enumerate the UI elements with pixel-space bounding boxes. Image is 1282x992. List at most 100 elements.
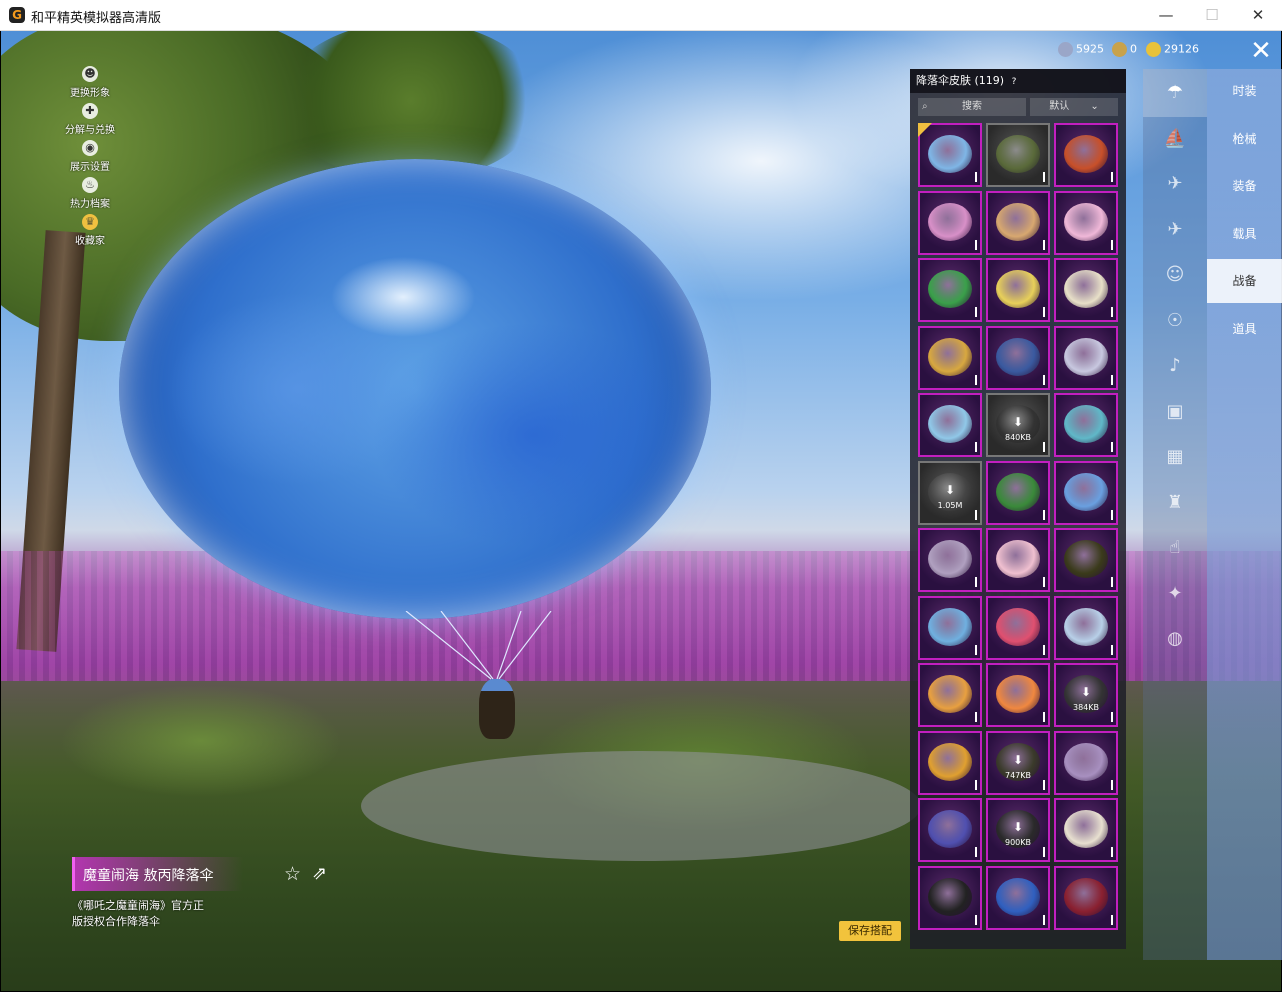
tab-5[interactable]: 道具 (1207, 307, 1282, 351)
parachute-preview[interactable] (119, 159, 711, 619)
left-menu-item-1[interactable]: ✚ 分解与兑换 (56, 103, 124, 140)
tab-2[interactable]: 装备 (1207, 164, 1282, 208)
skin-cell[interactable] (918, 528, 982, 592)
robot-icon[interactable]: ☉ (1161, 307, 1189, 335)
skin-cell[interactable] (986, 190, 1050, 255)
skin-cell[interactable] (986, 595, 1050, 660)
left-menu-label: 更换形象 (70, 88, 110, 99)
skin-cell[interactable]: 900KB ⬇ (986, 798, 1050, 862)
cell-marker (1111, 172, 1113, 182)
skin-cell[interactable] (1054, 528, 1118, 592)
cell-marker (1111, 442, 1113, 452)
skin-thumbnail (928, 675, 972, 713)
skin-cell[interactable] (1054, 865, 1118, 930)
skin-cell[interactable] (1054, 460, 1118, 525)
emote-icon[interactable]: ☺ (1161, 261, 1189, 289)
currency-gold: 29126 (1146, 42, 1199, 57)
skin-cell[interactable] (918, 258, 982, 322)
parachute-icon[interactable]: ☂ (1161, 79, 1189, 107)
skin-cell[interactable] (1054, 325, 1118, 390)
skin-cell[interactable] (1054, 595, 1118, 660)
tab-3[interactable]: 载具 (1207, 212, 1282, 256)
skin-cell[interactable] (918, 865, 982, 930)
skin-thumbnail (928, 405, 972, 443)
close-panel-icon[interactable]: ✕ (1247, 38, 1275, 66)
skin-cell[interactable] (918, 730, 982, 795)
chat-icon[interactable]: ▣ (1161, 398, 1189, 426)
hand-icon[interactable]: ☝ (1161, 534, 1189, 562)
download-size: 900KB (1004, 838, 1031, 847)
left-menu-item-3[interactable]: ♨ 热力档案 (56, 177, 124, 214)
skin-thumbnail (1064, 877, 1108, 916)
skin-cell[interactable] (1054, 798, 1118, 862)
stone-path (361, 751, 921, 861)
skin-cell[interactable] (986, 528, 1050, 592)
skin-cell[interactable] (986, 460, 1050, 525)
character-figure (479, 679, 515, 739)
photo-icon[interactable]: ▦ (1161, 443, 1189, 471)
skin-cell[interactable] (918, 123, 982, 187)
ufo-icon[interactable]: ◍ (1161, 625, 1189, 653)
boat-icon[interactable]: ⛵ (1161, 125, 1189, 153)
cell-marker (975, 577, 977, 587)
skin-cell[interactable] (986, 325, 1050, 390)
skin-cell[interactable]: 1.05M ⬇ (918, 460, 982, 525)
skin-cell[interactable] (986, 258, 1050, 322)
cell-marker (1043, 712, 1045, 722)
skin-thumbnail (996, 607, 1040, 646)
cell-marker (1111, 779, 1113, 790)
cell-marker (1111, 847, 1113, 857)
cell-marker (1043, 239, 1045, 250)
cell-marker (1043, 509, 1045, 520)
tab-0[interactable]: 时装 (1207, 69, 1282, 113)
skin-cell[interactable]: 747KB ⬇ (986, 730, 1050, 795)
cell-marker (1111, 374, 1113, 385)
skin-cell[interactable] (918, 190, 982, 255)
skin-cell[interactable] (986, 123, 1050, 187)
tab-1[interactable]: 枪械 (1207, 117, 1282, 161)
skin-cell[interactable]: 384KB ⬇ (1054, 663, 1118, 727)
skin-cell[interactable] (986, 865, 1050, 930)
speaker-icon[interactable]: ♪ (1161, 352, 1189, 380)
skin-cell[interactable] (918, 393, 982, 457)
skin-cell[interactable] (918, 595, 982, 660)
skin-cell[interactable] (918, 663, 982, 727)
wand-icon[interactable]: ✦ (1161, 580, 1189, 608)
skin-cell[interactable] (1054, 258, 1118, 322)
skin-cell[interactable] (1054, 730, 1118, 795)
minimize-button[interactable]: — (1143, 3, 1189, 27)
skin-panel: 降落伞皮肤 (119) ? ⌕ 搜索 默认 ⌄ 840KB ⬇ 1.05M ⬇ 384K… (910, 69, 1126, 949)
skin-cell[interactable] (1054, 190, 1118, 255)
skin-cell[interactable] (918, 798, 982, 862)
skin-cell[interactable]: 840KB ⬇ (986, 393, 1050, 457)
skin-thumbnail (928, 202, 972, 241)
left-menu-item-2[interactable]: ◉ 展示设置 (56, 140, 124, 177)
help-icon[interactable]: ? (1012, 77, 1017, 87)
tab-4[interactable]: 战备 (1207, 259, 1282, 303)
panel-title: 降落伞皮肤 (119) (916, 74, 1005, 87)
save-outfit-button[interactable]: 保存搭配 (839, 921, 901, 941)
download-icon: ⬇ (1012, 415, 1024, 429)
coin-icon (1058, 42, 1073, 57)
search-icon: ⌕ (922, 101, 928, 112)
drone-icon[interactable]: ✈ (1161, 170, 1189, 198)
maximize-button[interactable]: ☐ (1189, 3, 1235, 27)
spray-icon[interactable]: ♜ (1161, 489, 1189, 517)
skin-cell[interactable] (1054, 123, 1118, 187)
skin-cell[interactable] (986, 663, 1050, 727)
person-icon: ☻ (82, 66, 98, 82)
search-input[interactable]: ⌕ 搜索 (918, 98, 1026, 116)
plane-icon[interactable]: ✈ (1161, 216, 1189, 244)
skin-cell[interactable] (1054, 393, 1118, 457)
share-icon[interactable]: ⇗ (312, 863, 327, 884)
favorite-star-icon[interactable]: ☆ (284, 863, 301, 885)
cell-marker (1111, 307, 1113, 317)
left-menu-item-4[interactable]: ♛ 收藏家 (56, 214, 124, 251)
skin-cell[interactable] (918, 325, 982, 390)
left-menu-item-0[interactable]: ☻ 更换形象 (56, 66, 124, 103)
main-tabs: 时装 枪械 装备 载具 战备 道具 (1207, 69, 1282, 960)
close-window-button[interactable]: ✕ (1235, 3, 1281, 27)
sort-dropdown[interactable]: 默认 ⌄ (1030, 98, 1118, 116)
skin-thumbnail (928, 742, 972, 781)
left-menu-label: 分解与兑换 (65, 125, 115, 136)
